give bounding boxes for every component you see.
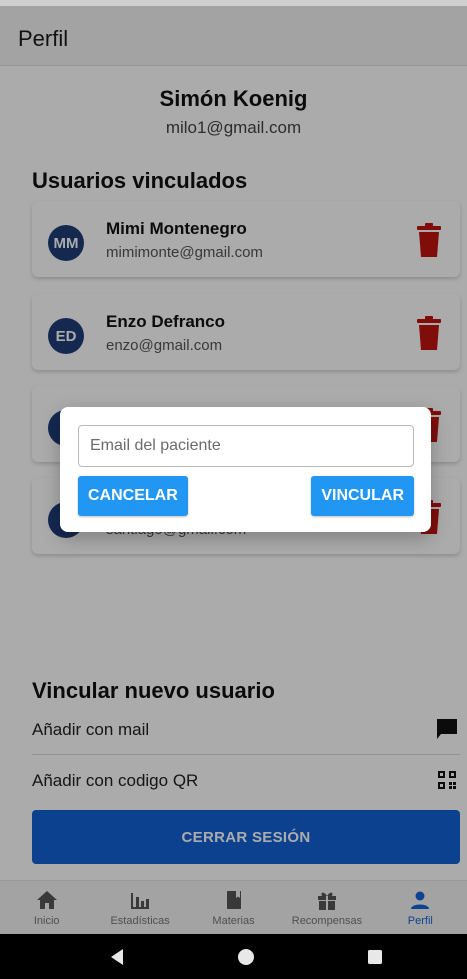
recents-icon[interactable] <box>355 934 395 979</box>
system-nav-bar <box>0 934 467 979</box>
patient-email-input[interactable] <box>78 425 414 467</box>
link-user-dialog: CANCELAR VINCULAR <box>60 407 431 532</box>
home-circle-icon[interactable] <box>226 934 266 979</box>
cancel-button[interactable]: CANCELAR <box>78 476 188 516</box>
link-button[interactable]: VINCULAR <box>311 476 414 516</box>
back-icon[interactable] <box>97 934 137 979</box>
app-screen: Perfil Simón Koenig milo1@gmail.com Usua… <box>0 0 467 979</box>
